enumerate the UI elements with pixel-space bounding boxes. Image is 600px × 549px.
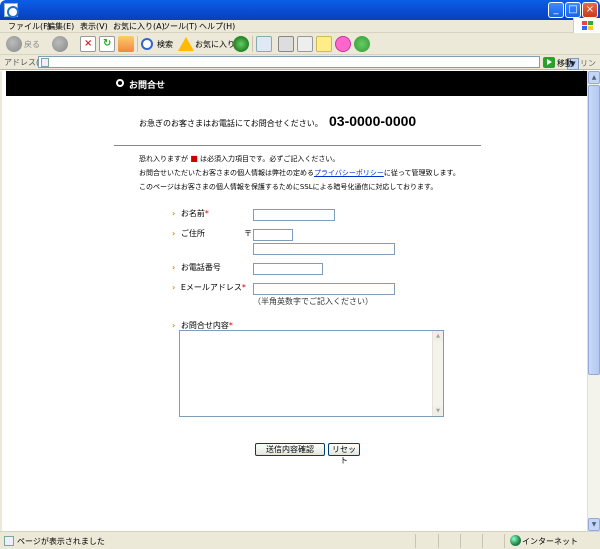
urgent-contact-text: お急ぎのお客さまはお電話にてお問合せください。: [139, 119, 323, 128]
go-arrow-icon[interactable]: [543, 57, 555, 68]
title-bar: _ □ ×: [0, 0, 600, 20]
required-mark: *: [228, 321, 233, 330]
menu-edit[interactable]: 編集(E): [47, 21, 74, 32]
name-label-text: お名前: [180, 209, 205, 218]
search-icon[interactable]: [141, 38, 153, 50]
history-icon[interactable]: [233, 36, 249, 52]
status-bar: ページが表示されました インターネット: [0, 531, 600, 549]
inquiry-label-text: お問合せ内容: [180, 321, 229, 330]
internet-zone-icon: [510, 535, 521, 546]
toolbar: 戻る × ↻ 検索 お気に入り: [0, 33, 600, 55]
scroll-up-icon[interactable]: ▲: [588, 71, 600, 84]
edit-icon[interactable]: [297, 36, 313, 52]
discuss-icon[interactable]: [316, 36, 332, 52]
favorites-label[interactable]: お気に入り: [195, 39, 235, 50]
favorites-icon[interactable]: [178, 37, 194, 51]
confirm-button[interactable]: 送信内容確認: [255, 443, 325, 456]
back-icon[interactable]: [6, 36, 22, 52]
name-label: お名前*: [172, 208, 209, 219]
print-icon[interactable]: [278, 36, 294, 52]
required-notice: 恐れ入りますが ■ は必須入力項目です。必ずご記入ください。: [139, 154, 339, 164]
textarea-scrollbar[interactable]: ▲ ▼: [432, 331, 443, 416]
maximize-button[interactable]: □: [565, 2, 581, 18]
status-text: ページが表示されました: [17, 537, 105, 546]
go-button[interactable]: 移動: [557, 58, 573, 69]
scroll-down-icon[interactable]: ▼: [588, 518, 600, 531]
privacy-notice: お問合せいただいたお客さまの個人情報は弊社の定めるプライバシーポリシーに従って管…: [139, 168, 460, 178]
address-label-field: ご住所: [172, 228, 205, 239]
refresh-icon[interactable]: ↻: [99, 36, 115, 52]
page-header: お問合せ: [6, 71, 588, 96]
messenger-icon[interactable]: [335, 36, 351, 52]
window-scrollbar[interactable]: ▲ ▼: [587, 71, 600, 531]
zip-mark: 〒: [244, 229, 252, 238]
search-label[interactable]: 検索: [157, 39, 173, 50]
menu-view[interactable]: 表示(V): [80, 21, 108, 32]
phone-label: お電話番号: [172, 262, 221, 273]
inquiry-textarea[interactable]: ▲ ▼: [179, 330, 444, 417]
menu-help[interactable]: ヘルプ(H): [199, 21, 235, 32]
menu-file[interactable]: ファイル(F): [8, 21, 51, 32]
menu-bar: ファイル(F) 編集(E) 表示(V) お気に入り(A) ツール(T) ヘルプ(…: [0, 20, 600, 33]
back-label[interactable]: 戻る: [24, 39, 40, 50]
minimize-button[interactable]: _: [548, 2, 564, 18]
forward-icon[interactable]: [52, 36, 68, 52]
email-input[interactable]: [253, 283, 395, 295]
required-mark: *: [204, 209, 209, 218]
phone-number: 03-0000-0000: [329, 113, 417, 129]
notice-text: に従って管理致します。: [383, 169, 460, 177]
stop-icon[interactable]: ×: [80, 36, 96, 52]
windows-logo-icon: [573, 18, 600, 34]
address-input-field[interactable]: [253, 243, 395, 255]
menu-tools[interactable]: ツール(T): [162, 21, 197, 32]
phone-input[interactable]: [253, 263, 323, 275]
phone-label-text: お電話番号: [180, 263, 221, 272]
page-title: お問合せ: [129, 81, 166, 91]
close-button[interactable]: ×: [582, 2, 598, 18]
privacy-policy-link[interactable]: プライバシーポリシー: [314, 169, 384, 177]
zone-text: インターネット: [522, 537, 578, 546]
email-label-text: Eメールアドレス: [180, 283, 242, 292]
required-mark: *: [241, 283, 246, 292]
divider: [114, 145, 481, 146]
page-icon: [41, 58, 49, 67]
circle-bullet-icon: [116, 79, 124, 87]
contacts-icon[interactable]: [354, 36, 370, 52]
home-icon[interactable]: [118, 36, 134, 52]
address-label-text: ご住所: [180, 229, 205, 238]
scroll-down-icon[interactable]: ▼: [433, 406, 443, 416]
email-hint: （半角英数字でご記入ください）: [253, 297, 373, 306]
mail-icon[interactable]: [256, 36, 272, 52]
name-input[interactable]: [253, 209, 335, 221]
notice-text: は必須入力項目です。必ずご記入ください。: [200, 155, 340, 163]
ie-app-icon[interactable]: [4, 3, 19, 18]
zip-input[interactable]: [253, 229, 293, 241]
address-input[interactable]: ▼: [38, 56, 579, 70]
page-viewport: お問合せ お急ぎのお客さまはお電話にてお問合せください。 03-0000-000…: [0, 71, 588, 531]
required-marker-icon: ■: [190, 154, 198, 163]
page-done-icon: [4, 536, 14, 546]
menu-favorites[interactable]: お気に入り(A): [113, 21, 165, 32]
address-bar: アドレス(D) ▼ 移動 リンク: [0, 55, 600, 79]
scroll-up-icon[interactable]: ▲: [433, 331, 443, 341]
ssl-notice: このページはお客さまの個人情報を保護するためにSSLによる暗号化通信に対応してお…: [139, 183, 438, 191]
email-label: Eメールアドレス*: [172, 282, 246, 293]
scrollbar-thumb[interactable]: [588, 85, 600, 375]
notice-text: お問合せいただいたお客さまの個人情報は弊社の定める: [139, 169, 314, 177]
reset-button[interactable]: リセット: [328, 443, 360, 465]
notice-text: 恐れ入りますが: [139, 155, 188, 163]
